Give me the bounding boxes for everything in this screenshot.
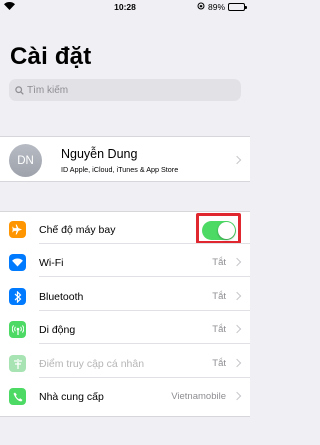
page-title: Cài đặt [10, 43, 92, 70]
setting-wifi[interactable]: Wi-Fi Tắt [0, 248, 250, 277]
setting-label: Chế độ máy bay [39, 224, 116, 236]
profile-subtitle: ID Apple, iCloud, iTunes & App Store [61, 165, 179, 174]
toggle-knob [218, 222, 235, 239]
search-icon [15, 85, 24, 95]
profile-name: Nguyễn Dung [61, 147, 138, 161]
apple-id-profile[interactable]: DN Nguyễn Dung ID Apple, iCloud, iTunes … [0, 136, 250, 182]
setting-value: Vietnamobile [171, 391, 226, 402]
chevron-right-icon [232, 155, 242, 165]
setting-label: Di động [39, 324, 76, 336]
setting-airplane-mode: Chế độ máy bay [0, 213, 250, 244]
setting-label: Wi-Fi [39, 257, 64, 269]
cellular-icon [9, 321, 26, 338]
hotspot-icon [9, 355, 26, 372]
setting-label: Bluetooth [39, 291, 84, 303]
phone-icon [9, 388, 26, 405]
settings-list: Chế độ máy bay Wi-Fi Tắt Bluetooth Tắt D… [0, 211, 250, 417]
battery-percent: 89% [207, 2, 225, 12]
airplane-icon [9, 221, 26, 238]
setting-value: Tắt [212, 291, 226, 302]
setting-label: Điểm truy cập cá nhân [39, 358, 145, 370]
lock-rotation-icon [197, 2, 205, 12]
highlight-box [196, 213, 241, 244]
setting-personal-hotspot[interactable]: Điểm truy cập cá nhân Tắt [0, 349, 250, 378]
status-right: 89% [197, 2, 247, 12]
setting-bluetooth[interactable]: Bluetooth Tắt [0, 282, 250, 311]
setting-carrier[interactable]: Nhà cung cấp Vietnamobile [0, 382, 250, 411]
airplane-mode-toggle[interactable] [202, 221, 236, 240]
status-bar: 10:28 89% [0, 0, 250, 14]
setting-label: Nhà cung cấp [39, 391, 104, 403]
chevron-right-icon [232, 324, 242, 334]
setting-value: Tắt [212, 324, 226, 335]
search-placeholder: Tìm kiếm [27, 84, 69, 96]
chevron-right-icon [232, 291, 242, 301]
setting-value: Tắt [212, 257, 226, 268]
setting-value: Tắt [212, 358, 226, 369]
wifi-icon [9, 254, 26, 271]
battery-icon [228, 3, 247, 11]
bluetooth-icon [9, 288, 26, 305]
search-input[interactable]: Tìm kiếm [9, 79, 241, 101]
chevron-right-icon [232, 391, 242, 401]
avatar: DN [9, 144, 42, 177]
chevron-right-icon [232, 257, 242, 267]
setting-cellular[interactable]: Di động Tắt [0, 315, 250, 344]
chevron-right-icon [232, 358, 242, 368]
